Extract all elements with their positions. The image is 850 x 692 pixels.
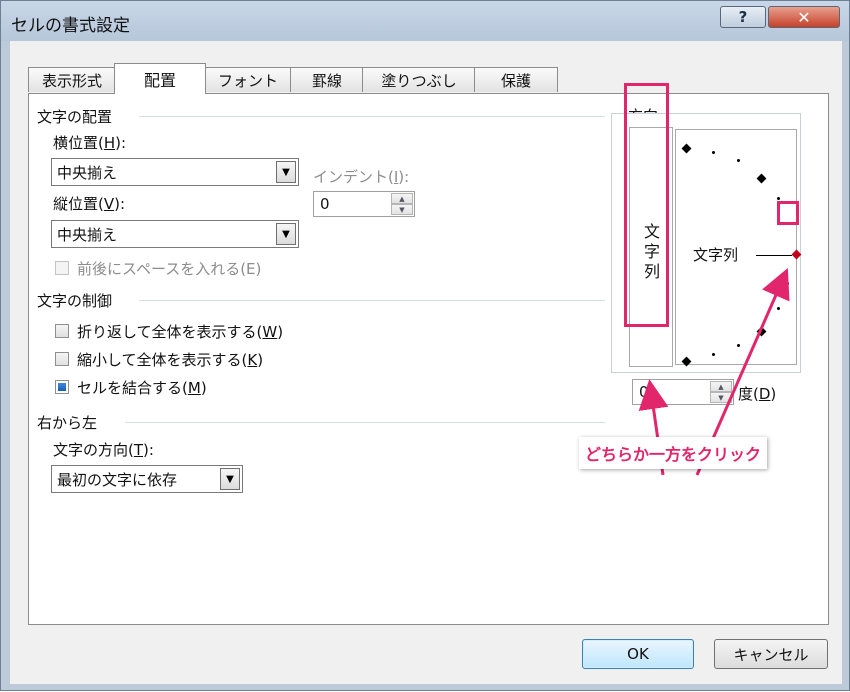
tab-protection[interactable]: 保護	[474, 67, 558, 92]
dialog-body: 表示形式 配置 フォント 罫線 塗りつぶし 保護 文字の配置 横位置(H): 中…	[10, 41, 842, 684]
spin-down-icon[interactable]: ▼	[391, 204, 413, 215]
help-icon: ?	[738, 8, 748, 26]
group-divider	[125, 422, 605, 423]
distributed-label: 前後にスペースを入れる(E)	[77, 260, 262, 278]
spin-up-icon[interactable]: ▲	[710, 381, 732, 392]
dial-pointer-line	[756, 255, 792, 256]
text-control-group-title: 文字の制御	[37, 290, 117, 311]
wrap-text-checkbox[interactable]	[55, 324, 69, 338]
degree-value: 0	[639, 383, 649, 401]
help-button[interactable]: ?	[720, 6, 766, 28]
tab-border[interactable]: 罫線	[290, 67, 364, 92]
tab-fill[interactable]: 塗りつぶし	[362, 67, 476, 92]
rtl-group-title: 右から左	[37, 412, 102, 433]
distributed-checkbox[interactable]	[55, 261, 69, 275]
dial-point[interactable]	[737, 159, 740, 162]
dial-point[interactable]	[786, 282, 789, 285]
close-icon: ✕	[797, 7, 811, 27]
tab-alignment[interactable]: 配置	[114, 63, 206, 94]
shrink-to-fit-checkbox[interactable]	[55, 352, 69, 366]
horizontal-align-value: 中央揃え	[57, 164, 118, 182]
highlight-horizontal-handle	[777, 201, 799, 225]
close-button[interactable]: ✕	[768, 6, 840, 28]
cancel-button[interactable]: キャンセル	[714, 639, 828, 669]
text-direction-select[interactable]: 最初の文字に依存 ▼	[51, 465, 243, 493]
dial-text-preview: 文字列	[693, 246, 739, 264]
dial-point[interactable]	[737, 344, 740, 347]
chevron-down-icon[interactable]: ▼	[220, 468, 240, 490]
tab-font[interactable]: フォント	[204, 67, 292, 92]
vertical-align-select[interactable]: 中央揃え ▼	[51, 220, 299, 248]
group-divider	[139, 300, 605, 301]
dial-point[interactable]	[777, 307, 780, 310]
tab-number-format[interactable]: 表示形式	[28, 67, 116, 92]
dial-point[interactable]	[712, 151, 715, 154]
horizontal-label: 横位置(H):	[53, 134, 127, 152]
horizontal-align-select[interactable]: 中央揃え ▼	[51, 158, 299, 186]
text-direction-value: 最初の文字に依存	[57, 471, 178, 489]
spin-up-icon[interactable]: ▲	[391, 193, 413, 204]
indent-label: インデント(I):	[313, 168, 410, 186]
merge-cells-label: セルを結合する(M)	[77, 379, 207, 397]
instruction-callout: どちらか一方をクリック	[579, 437, 768, 469]
degree-spinner[interactable]: 0 ▲ ▼	[632, 379, 734, 405]
shrink-to-fit-label: 縮小して全体を表示する(K)	[77, 351, 264, 369]
highlight-vertical-text	[624, 83, 669, 327]
vertical-label: 縦位置(V):	[53, 195, 126, 213]
merge-cells-checkbox[interactable]	[55, 380, 69, 394]
spin-down-icon[interactable]: ▼	[710, 392, 732, 403]
group-divider	[139, 116, 605, 117]
chevron-down-icon[interactable]: ▼	[276, 223, 296, 245]
indent-value: 0	[320, 195, 330, 213]
ok-button[interactable]: OK	[582, 639, 694, 669]
indent-spinner[interactable]: 0 ▲ ▼	[313, 191, 415, 217]
text-alignment-group-title: 文字の配置	[37, 106, 117, 127]
wrap-text-label: 折り返して全体を表示する(W)	[77, 323, 284, 341]
chevron-down-icon[interactable]: ▼	[276, 161, 296, 183]
dialog-title: セルの書式設定	[11, 16, 130, 36]
text-direction-label: 文字の方向(T):	[53, 441, 154, 459]
format-cells-dialog: セルの書式設定 ? ✕ 表示形式 配置 フォント 罫線 塗りつぶし 保護 文字の…	[0, 0, 850, 691]
title-bar: セルの書式設定 ? ✕	[1, 1, 849, 41]
vertical-align-value: 中央揃え	[57, 226, 118, 244]
dial-point[interactable]	[712, 353, 715, 356]
dial-point[interactable]	[777, 197, 780, 200]
degree-label: 度(D)	[738, 385, 777, 403]
